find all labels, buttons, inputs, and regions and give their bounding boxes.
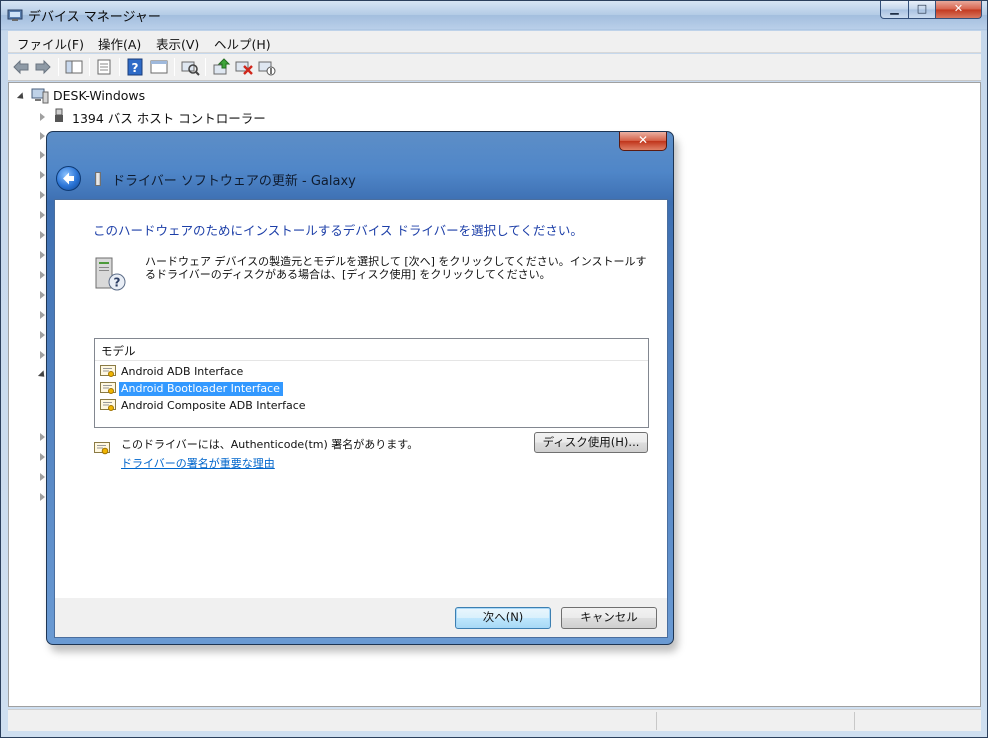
model-item-label: Android Bootloader Interface [119, 382, 283, 396]
instruction-description: ハードウェア デバイスの製造元とモデルを選択して [次へ] をクリックしてくださ… [145, 255, 647, 281]
usb-device-icon [95, 172, 101, 186]
model-item-selected[interactable]: Android Bootloader Interface [99, 381, 644, 397]
cancel-button[interactable]: キャンセル [561, 607, 657, 629]
svg-text:?: ? [114, 276, 121, 290]
collapse-arrow-icon[interactable] [40, 171, 45, 179]
model-list-header[interactable]: モデル [95, 339, 648, 361]
collapse-arrow-icon[interactable] [40, 433, 45, 441]
collapse-arrow-icon[interactable] [40, 311, 45, 319]
expand-arrow-icon[interactable] [16, 92, 27, 102]
maximize-button[interactable]: □ [908, 1, 936, 19]
model-list[interactable]: モデル Android ADB Interface Android Bootlo… [94, 338, 649, 428]
menu-view[interactable]: 表示(V) [156, 34, 199, 53]
computer-icon [31, 88, 49, 104]
minimize-button[interactable]: ▁ [880, 1, 909, 19]
update-driver-dialog: ✕ ドライバー ソフトウェアの更新 - Galaxy このハードウェアのためにイ… [46, 131, 674, 645]
signed-driver-icon [94, 442, 110, 455]
tree-item-1394[interactable]: 1394 バス ホスト コントローラー [72, 108, 266, 127]
menu-help[interactable]: ヘルプ(H) [214, 34, 271, 53]
signature-status-text: このドライバーには、Authenticode(tm) 署名があります。 [121, 438, 419, 451]
back-button[interactable] [56, 166, 81, 191]
window-title: デバイス マネージャー [28, 10, 161, 25]
back-arrow-icon [63, 172, 74, 185]
collapse-arrow-icon[interactable] [40, 211, 45, 219]
forward-arrow-icon[interactable] [33, 57, 53, 77]
collapse-arrow-icon[interactable] [40, 231, 45, 239]
have-disk-button[interactable]: ディスク使用(H)... [534, 432, 648, 453]
update-driver-icon[interactable] [211, 57, 231, 77]
view-icon[interactable] [149, 57, 169, 77]
collapse-arrow-icon[interactable] [40, 473, 45, 481]
dialog-body: このハードウェアのためにインストールするデバイス ドライバーを選択してください。… [55, 200, 667, 598]
menu-file[interactable]: ファイル(F) [17, 34, 84, 53]
collapse-arrow-icon[interactable] [40, 151, 45, 159]
usb-controller-icon [55, 108, 63, 122]
dialog-title: ドライバー ソフトウェアの更新 - Galaxy [112, 174, 356, 189]
collapse-arrow-icon[interactable] [40, 493, 45, 501]
collapse-arrow-icon[interactable] [40, 132, 45, 140]
status-bar [8, 709, 981, 731]
next-button[interactable]: 次へ(N) [455, 607, 551, 629]
collapse-arrow-icon[interactable] [40, 191, 45, 199]
collapse-arrow-icon[interactable] [40, 291, 45, 299]
collapse-arrow-icon[interactable] [40, 453, 45, 461]
toolbar-separator [58, 58, 59, 76]
certificate-icon [100, 399, 116, 411]
menu-action[interactable]: 操作(A) [98, 34, 141, 53]
device-manager-icon [7, 9, 23, 21]
collapse-arrow-icon[interactable] [40, 251, 45, 259]
tree-root-label[interactable]: DESK-Windows [53, 88, 145, 103]
status-divider [854, 712, 855, 730]
certificate-icon [100, 365, 116, 377]
toolbar-separator [205, 58, 206, 76]
toolbar: ? [8, 54, 981, 81]
hardware-help-icon: ? [95, 257, 126, 291]
model-item[interactable]: Android Composite ADB Interface [99, 398, 644, 414]
toolbar-separator [89, 58, 90, 76]
collapse-arrow-icon[interactable] [40, 351, 45, 359]
model-item[interactable]: Android ADB Interface [99, 364, 644, 380]
dialog-close-button[interactable]: ✕ [619, 132, 667, 151]
signature-info-link[interactable]: ドライバーの署名が重要な理由 [121, 455, 275, 471]
disable-device-icon[interactable] [257, 57, 277, 77]
toolbar-separator [119, 58, 120, 76]
help-icon[interactable]: ? [125, 57, 145, 77]
model-item-label: Android Composite ADB Interface [121, 399, 306, 412]
svg-text:?: ? [132, 61, 139, 75]
model-column-label: モデル [101, 344, 136, 358]
properties-icon[interactable] [94, 57, 114, 77]
menu-bar: ファイル(F) 操作(A) 表示(V) ヘルプ(H) [8, 31, 981, 53]
toolbar-separator [174, 58, 175, 76]
show-hide-tree-icon[interactable] [64, 57, 84, 77]
back-arrow-icon[interactable] [11, 57, 31, 77]
uninstall-device-icon[interactable] [234, 57, 254, 77]
instruction-heading: このハードウェアのためにインストールするデバイス ドライバーを選択してください。 [93, 223, 583, 238]
scan-hardware-icon[interactable] [180, 57, 200, 77]
collapse-arrow-icon[interactable] [40, 113, 45, 121]
model-item-label: Android ADB Interface [121, 365, 244, 378]
collapse-arrow-icon[interactable] [40, 271, 45, 279]
close-button[interactable]: ✕ [935, 1, 982, 19]
collapse-arrow-icon[interactable] [40, 331, 45, 339]
certificate-icon [100, 382, 116, 394]
status-divider [656, 712, 657, 730]
title-bar[interactable]: デバイス マネージャー ▁ □ ✕ [1, 1, 987, 29]
dialog-content: このハードウェアのためにインストールするデバイス ドライバーを選択してください。… [54, 199, 668, 638]
